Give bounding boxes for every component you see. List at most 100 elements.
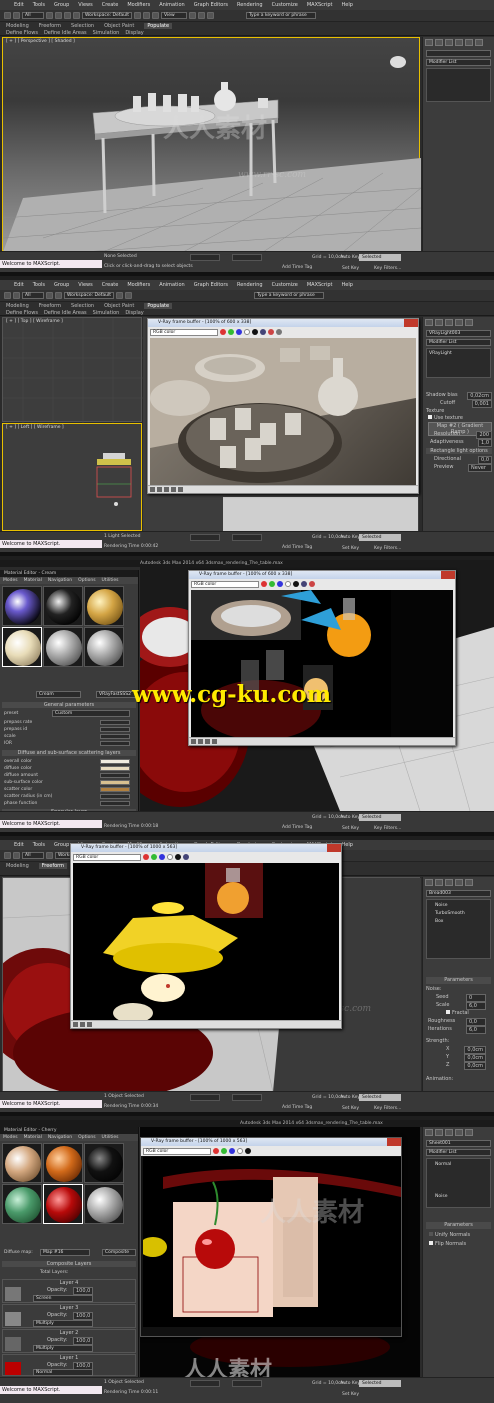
stack-item-box[interactable]: Box [429,918,488,926]
lens-icon[interactable] [198,739,203,744]
layer-3-blend-dropdown[interactable]: Multiply [33,1320,93,1327]
maxscript-listener[interactable]: Welcome to MAXScript. [0,260,102,268]
alpha-channel-icon[interactable] [237,1148,243,1154]
y-coordinate-field[interactable] [232,254,262,261]
region-icon[interactable] [212,739,217,744]
menu-group[interactable]: Group [54,282,69,288]
menu-customize[interactable]: Customize [272,282,298,288]
menu-maxscript[interactable]: MAXScript [307,282,333,288]
layer-1-blend-dropdown[interactable]: Normal [33,1369,93,1376]
fractal-checkbox[interactable]: Fractal [446,1010,469,1016]
save-icon[interactable] [260,329,266,335]
tab-object-paint[interactable]: Object Paint [104,23,134,29]
layer-3-thumb[interactable] [5,1312,21,1326]
add-time-tag[interactable]: Add Time Tag [282,825,312,830]
menu-modifiers[interactable]: Modifiers [127,282,150,288]
motion-tab-icon[interactable] [455,319,463,326]
menu-views[interactable]: Views [78,282,92,288]
mono-icon[interactable] [293,581,299,587]
select-icon[interactable] [46,852,53,859]
material-editor-icon[interactable] [189,12,196,19]
me-menu-utilities[interactable]: Utilities [102,1134,119,1141]
red-channel-icon[interactable] [213,1148,219,1154]
material-type-button[interactable]: VRayFastSSS2 [96,691,136,698]
select-icon[interactable] [46,12,53,19]
history-icon[interactable] [73,1022,78,1027]
modifier-stack[interactable] [426,68,491,102]
close-icon[interactable] [441,571,455,579]
stack-item-noise[interactable]: Noise [429,1193,488,1201]
use-texture-checkbox[interactable]: Use texture [428,415,463,421]
undo-icon[interactable] [4,852,11,859]
compare-icon[interactable] [87,1022,92,1027]
object-name-field[interactable]: VRayLight003 [426,330,491,337]
info-icon[interactable] [178,487,183,492]
channel-dropdown[interactable]: RGB color [150,328,218,336]
modifier-stack[interactable]: VRayLight [426,348,491,378]
compare-icon[interactable] [205,739,210,744]
lens-icon[interactable] [80,1022,85,1027]
preset-dropdown[interactable]: Custom [52,710,130,717]
save-icon[interactable] [301,581,307,587]
render-icon[interactable] [207,12,214,19]
display-tab-icon[interactable] [465,879,473,886]
rect-light-options-header[interactable]: Rectangle light options [426,448,492,454]
green-channel-icon[interactable] [269,581,275,587]
material-slot-4[interactable] [2,1184,42,1224]
modifier-list-dropdown[interactable]: Modifier List [426,59,491,66]
channel-dropdown[interactable]: RGB color [73,853,141,861]
motion-tab-icon[interactable] [455,1129,463,1136]
material-slot-3[interactable] [84,1143,124,1183]
material-slot-4[interactable] [2,627,42,667]
blue-channel-icon[interactable] [236,329,242,335]
param-seed[interactable]: Seed 0 [436,994,486,1002]
channel-dropdown[interactable]: RGB color [143,1147,211,1155]
hierarchy-tab-icon[interactable] [445,39,453,46]
menu-tools[interactable]: Tools [33,2,45,8]
material-slot-1[interactable] [2,1143,42,1183]
selection-filter-dropdown[interactable]: All [22,292,44,299]
menu-modifiers[interactable]: Modifiers [127,2,150,8]
selected-dropdown[interactable]: Selected [359,534,401,541]
close-icon[interactable] [327,844,341,852]
hierarchy-tab-icon[interactable] [445,1129,453,1136]
prepass-rate-spinner[interactable] [100,720,130,725]
stack-item-vraylight[interactable]: VRayLight [429,351,452,356]
utilities-tab-icon[interactable] [475,39,483,46]
menu-graph-editors[interactable]: Graph Editors [194,2,228,8]
overall-color-swatch[interactable] [100,759,130,764]
display-button[interactable]: Display [125,310,143,316]
hierarchy-tab-icon[interactable] [445,879,453,886]
snap-icon[interactable] [116,292,123,299]
map-name-field[interactable]: Map #16 [40,1249,90,1256]
menu-rendering[interactable]: Rendering [237,2,263,8]
tab-freeform[interactable]: Freeform [38,862,68,869]
menu-graph-editors[interactable]: Graph Editors [194,282,228,288]
param-resolution[interactable]: Resolution 200 [426,431,492,439]
compare-icon[interactable] [164,487,169,492]
menu-help[interactable]: Help [342,2,353,8]
maxscript-listener[interactable]: Welcome to MAXScript. [0,1100,102,1108]
object-name-field[interactable]: Bread003 [426,890,491,897]
modifier-stack[interactable]: Noise TurboSmooth Box [426,899,491,959]
save-icon[interactable] [183,854,189,860]
menu-views[interactable]: Views [78,2,92,8]
tab-populate[interactable]: Populate [144,22,173,29]
blue-channel-icon[interactable] [277,581,283,587]
green-channel-icon[interactable] [228,329,234,335]
define-flows-button[interactable]: Define Flows [6,30,38,36]
motion-tab-icon[interactable] [455,879,463,886]
me-menu-utilities[interactable]: Utilities [102,577,119,584]
snap-icon[interactable] [134,12,141,19]
stack-item-noise[interactable]: Noise [429,902,488,910]
object-name-field[interactable]: Sheet001 [426,1140,491,1147]
tab-modeling[interactable]: Modeling [6,863,29,869]
display-button[interactable]: Display [125,30,143,36]
me-menu-navigation[interactable]: Navigation [48,1134,72,1141]
me-menu-modes[interactable]: Modes [3,577,18,584]
param-scale[interactable]: Scale 6,0 [436,1002,486,1010]
layer-2-thumb[interactable] [5,1337,21,1351]
me-menu-modes[interactable]: Modes [3,1134,18,1141]
x-coordinate-field[interactable] [190,1094,220,1101]
menu-help[interactable]: Help [342,282,353,288]
